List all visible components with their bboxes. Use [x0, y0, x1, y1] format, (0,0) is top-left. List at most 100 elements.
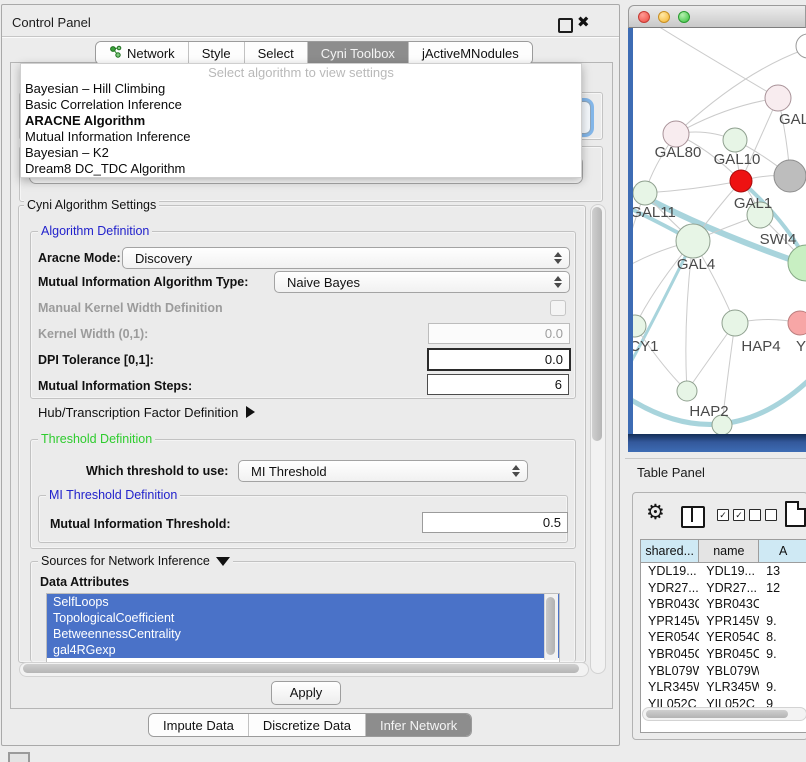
network-icon	[109, 45, 122, 62]
column-header-name[interactable]: name	[699, 540, 759, 562]
sources-title: Sources for Network Inference	[41, 554, 210, 568]
tab-label: Cyni Toolbox	[321, 46, 395, 61]
network-node-hap2[interactable]	[677, 381, 697, 401]
network-node-gal4[interactable]	[676, 224, 710, 258]
algorithm-option-aracne-algorithm[interactable]: ARACNE Algorithm	[21, 113, 581, 129]
gear-icon[interactable]: ⚙	[646, 500, 665, 525]
tab-select[interactable]: Select	[245, 42, 308, 64]
select-all-icon[interactable]: ✓ ✓	[717, 509, 745, 521]
data-attributes-list[interactable]: SelfLoopsTopologicalCoefficientBetweenne…	[46, 593, 560, 663]
network-node-gal1[interactable]	[730, 170, 752, 192]
network-node[interactable]	[788, 245, 806, 281]
settings-vscrollbar-thumb[interactable]	[592, 207, 602, 441]
manual-kernel-width-checkbox[interactable]	[550, 300, 566, 316]
network-node-gal10[interactable]	[723, 128, 747, 152]
threshold-definition-title: Threshold Definition	[38, 432, 155, 446]
hub-definition-label: Hub/Transcription Factor Definition	[38, 405, 238, 420]
spinner-arrows-icon	[512, 465, 520, 477]
table-row[interactable]: YBL079WYBL079W	[641, 663, 806, 680]
attribute-item-topologicalcoefficient[interactable]: TopologicalCoefficient	[47, 610, 559, 626]
mi-threshold-definition-title: MI Threshold Definition	[46, 488, 180, 502]
mi-steps-field[interactable]: 6	[427, 374, 569, 395]
apply-button[interactable]: Apply	[271, 681, 341, 705]
table-cell: YBR045C	[699, 646, 759, 663]
table-row[interactable]: YLR345WYLR345W9.	[641, 679, 806, 696]
network-canvas[interactable]: GALGAL80GAL10GAL1GAL11SWI4GAL4GCY1HAP4YH…	[633, 28, 806, 434]
table-row[interactable]: YDL19...YDL19...13	[641, 563, 806, 580]
node-label-y: Y	[796, 338, 806, 355]
settings-hscrollbar-thumb[interactable]	[23, 664, 579, 673]
network-node[interactable]	[796, 34, 806, 58]
network-window-frame-bottom	[628, 434, 806, 452]
column-header-a[interactable]: A	[759, 540, 806, 562]
control-panel-window: Control Panel ✖ Network StyleSelect Cyni T…	[1, 4, 620, 746]
spinner-arrows-icon	[554, 276, 562, 288]
tab-impute-data[interactable]: Impute Data	[149, 714, 249, 736]
tab-jactivemnodules[interactable]: jActiveMNodules	[409, 42, 532, 64]
table-row[interactable]: YBR045CYBR045C9.	[641, 646, 806, 663]
tab-cyni-toolbox[interactable]: Cyni Toolbox	[308, 42, 409, 64]
algorithm-option-mutual-information-inference[interactable]: Mutual Information Inference	[21, 129, 581, 145]
collapsed-panel-icon[interactable]	[8, 752, 30, 762]
network-node-hap4[interactable]	[722, 310, 748, 336]
which-threshold-combo[interactable]: MI Threshold	[238, 460, 528, 482]
table-toolbar: ⚙ ✓ ✓	[633, 493, 806, 537]
attributes-scrollbar-thumb[interactable]	[546, 597, 555, 655]
network-node[interactable]	[774, 160, 806, 192]
algorithm-option-basic-correlation-inference[interactable]: Basic Correlation Inference	[21, 97, 581, 113]
table-row[interactable]: YPR145WYPR145W9.	[641, 613, 806, 630]
network-node-gal11[interactable]	[633, 181, 657, 205]
table-cell	[759, 663, 806, 680]
minimize-traffic-light-icon[interactable]	[658, 11, 670, 23]
dpi-tolerance-field[interactable]: 0.0	[427, 348, 571, 371]
title-divider	[2, 36, 619, 37]
table-cell: YPR145W	[699, 613, 759, 630]
aracne-mode-combo[interactable]: Discovery	[122, 247, 570, 269]
unchecked-box-icon	[765, 509, 777, 521]
split-columns-icon[interactable]	[681, 506, 705, 528]
node-label-hap2: HAP2	[689, 403, 728, 420]
network-node-gal[interactable]	[765, 85, 791, 111]
control-panel-title: Control Panel	[12, 15, 91, 30]
algorithm-option-bayesian-k2[interactable]: Bayesian – K2	[21, 145, 581, 161]
deselect-all-icon[interactable]	[749, 509, 777, 521]
zoom-traffic-light-icon[interactable]	[678, 11, 690, 23]
table-row[interactable]: YDR27...YDR27...12	[641, 580, 806, 597]
attribute-item-gal4rgexp[interactable]: gal4RGexp	[47, 642, 559, 658]
tab-infer-network[interactable]: Infer Network	[366, 714, 471, 736]
mi-threshold-field[interactable]: 0.5	[422, 512, 568, 533]
network-window-titlebar[interactable]	[628, 5, 806, 28]
hub-definition-toggle[interactable]: Hub/Transcription Factor Definition	[38, 405, 255, 420]
attribute-item-betweennesscentrality[interactable]: BetweennessCentrality	[47, 626, 559, 642]
mi-algorithm-type-label: Mutual Information Algorithm Type:	[38, 275, 248, 289]
column-header-shared[interactable]: shared...	[641, 540, 699, 562]
table-hscrollbar-thumb[interactable]	[646, 710, 788, 718]
tab-network[interactable]: Network	[96, 42, 189, 64]
tab-discretize-data[interactable]: Discretize Data	[249, 714, 366, 736]
table-cell: YDL19...	[699, 563, 759, 580]
algorithm-option-bayesian-hill-climbing[interactable]: Bayesian – Hill Climbing	[21, 81, 581, 97]
tab-label: Network	[127, 46, 175, 61]
network-view-window: GALGAL80GAL10GAL1GAL11SWI4GAL4GCY1HAP4YH…	[628, 5, 806, 452]
sources-title-row[interactable]: Sources for Network Inference	[38, 554, 233, 568]
network-edge	[633, 186, 806, 266]
close-traffic-light-icon[interactable]	[638, 11, 650, 23]
algorithm-option-dream8-dc-tdc-algorithm[interactable]: Dream8 DC_TDC Algorithm	[21, 161, 581, 177]
kernel-width-field[interactable]: 0.0	[428, 323, 570, 344]
table-hscrollbar[interactable]	[642, 707, 806, 721]
mi-threshold-label: Mutual Information Threshold:	[50, 517, 231, 531]
table-panel-title: Table Panel	[637, 465, 705, 480]
which-threshold-label: Which threshold to use:	[86, 464, 228, 478]
tab-style[interactable]: Style	[189, 42, 245, 64]
close-icon[interactable]: ✖	[577, 13, 590, 31]
tab-label: jActiveMNodules	[422, 46, 519, 61]
table-row[interactable]: YBR043CYBR043C	[641, 596, 806, 613]
algorithm-definition-title: Algorithm Definition	[38, 224, 152, 238]
float-window-icon[interactable]	[558, 18, 573, 33]
mi-algorithm-type-combo[interactable]: Naive Bayes	[274, 271, 570, 293]
network-node-y[interactable]	[788, 311, 806, 335]
table-row[interactable]: YER054CYER054C8.	[641, 629, 806, 646]
network-node-gcy1[interactable]	[633, 315, 646, 337]
attribute-item-selfloops[interactable]: SelfLoops	[47, 594, 559, 610]
new-table-icon[interactable]	[785, 501, 806, 527]
